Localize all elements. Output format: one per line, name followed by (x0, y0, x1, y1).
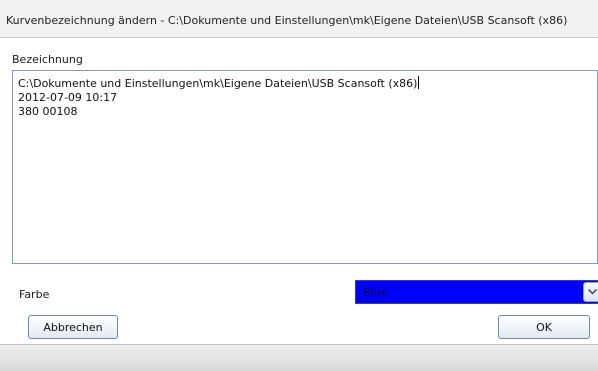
chevron-down-icon[interactable] (583, 282, 598, 302)
bezeichnung-label: Bezeichnung (12, 53, 83, 66)
text-caret (418, 76, 420, 89)
bezeichnung-line-1: C:\Dokumente und Einstellungen\mk\Eigene… (18, 77, 418, 90)
farbe-selected-value: Blue (363, 286, 388, 299)
farbe-select[interactable]: Blue (355, 280, 598, 304)
ok-button[interactable]: OK (498, 315, 590, 339)
dialog-footer (0, 344, 598, 371)
bezeichnung-textarea[interactable]: C:\Dokumente und Einstellungen\mk\Eigene… (12, 70, 598, 264)
cancel-button[interactable]: Abbrechen (28, 315, 118, 339)
bezeichnung-line-2: 2012-07-09 10:17 (18, 91, 118, 104)
bezeichnung-line-3: 380 00108 (18, 105, 78, 118)
farbe-label: Farbe (19, 288, 50, 301)
dialog-title-bar: Kurvenbezeichnung ändern - C:\Dokumente … (0, 0, 598, 38)
dialog-title: Kurvenbezeichnung ändern - C:\Dokumente … (6, 14, 568, 27)
